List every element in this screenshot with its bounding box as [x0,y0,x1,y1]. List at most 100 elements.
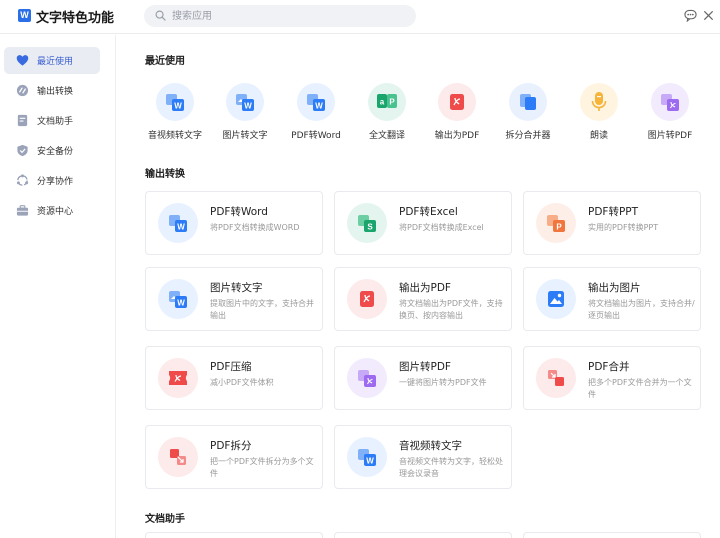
search-box[interactable] [144,5,416,27]
recent-item-split-merge[interactable]: 拆分合并器 [493,83,563,143]
sidebar-item-label: 最近使用 [37,57,74,67]
recent-item-translate[interactable]: aP 全文翻译 [352,83,422,143]
svg-text:W: W [177,299,185,308]
card-export-image[interactable]: 输出为图片 将文档输出为图片，支持合并/逐页输出 [523,267,701,331]
recent-item-label: PDF转Word [291,131,341,141]
card-description: 把多个PDF文件合并为一个文件 [588,378,692,399]
card-description: 将文档输出为图片，支持合并/逐页输出 [588,299,695,320]
card-partial[interactable] [523,532,701,538]
card-title: PDF转Word [210,206,268,218]
search-icon [155,10,166,21]
sidebar-item-label: 资源中心 [37,207,74,217]
svg-text:W: W [177,223,185,232]
share-icon [16,174,29,186]
recent-item-read-aloud[interactable]: 朗读 [564,83,634,143]
section-title-output: 输出转换 [145,169,185,180]
svg-text:W: W [315,102,323,111]
card-pdf-merge[interactable]: PDF合并 把多个PDF文件合并为一个文件 [523,346,701,410]
card-pdf-to-ppt[interactable]: P PDF转PPT 实用的PDF转换PPT [523,191,701,255]
recent-item-image-to-text[interactable]: W 图片转文字 [210,83,280,143]
card-pdf-to-word[interactable]: W PDF转Word 将PDF文档转换成WORD [145,191,323,255]
recent-item-label: 朗读 [589,131,608,141]
card-description: 提取图片中的文字，支持合并输出 [210,299,314,320]
pdf-to-word-icon: W [158,203,198,243]
svg-text:P: P [556,223,562,232]
export-image-icon [536,279,576,319]
card-pdf-split[interactable]: PDF拆分 把一个PDF文件拆分为多个文件 [145,425,323,489]
close-icon[interactable] [702,9,715,22]
recent-item-label: 输出为PDF [434,131,480,141]
card-title: 音视频转文字 [399,440,462,452]
card-description: 将文档输出为PDF文件，支持换页、按内容输出 [399,299,503,320]
export-pdf-icon [347,279,387,319]
svg-text:W: W [366,457,374,466]
image-to-pdf-icon [347,358,387,398]
card-partial[interactable] [334,532,512,538]
card-title: PDF转Excel [399,206,458,218]
convert-icon [16,84,29,97]
pdf-compress-icon [158,358,198,398]
svg-text:W: W [244,102,252,111]
recent-item-label: 拆分合并器 [505,131,551,141]
card-description: 一键将图片转为PDF文件 [399,378,487,387]
svg-text:S: S [367,223,373,232]
translate-icon: aP [368,83,406,121]
split-merge-icon [509,83,547,121]
card-image-to-pdf[interactable]: 图片转PDF 一键将图片转为PDF文件 [334,346,512,410]
card-title: PDF压缩 [210,361,252,373]
feedback-icon[interactable] [684,9,697,22]
card-description: 将PDF文档转换成Excel [399,223,484,232]
card-title: PDF合并 [588,361,630,373]
document-icon [17,114,28,127]
image-to-text-icon: W [226,83,264,121]
sidebar-item-label: 分享协作 [37,177,74,187]
sidebar-item-security[interactable]: 安全备份 [4,137,100,164]
sidebar-item-label: 输出转换 [37,87,74,97]
recent-item-audio-to-text[interactable]: W 音视频转文字 [140,83,210,143]
sidebar-item-label: 文档助手 [37,117,74,127]
card-description: 把一个PDF文件拆分为多个文件 [210,457,314,478]
search-input[interactable] [172,5,402,27]
audio-to-text-icon: W [347,437,387,477]
svg-text:W: W [174,102,182,111]
card-description: 实用的PDF转换PPT [588,223,659,232]
sidebar: 最近使用 输出转换 文档助手 安全备份 分享协作 资源中心 [0,35,116,538]
recent-item-export-pdf[interactable]: 输出为PDF [422,83,492,143]
card-pdf-compress[interactable]: PDF压缩 减小PDF文件体积 [145,346,323,410]
recent-item-label: 图片转文字 [222,131,268,141]
heart-icon [16,55,29,66]
sidebar-item-recent[interactable]: 最近使用 [4,47,100,74]
svg-text:P: P [389,98,395,107]
section-title-recent: 最近使用 [145,56,185,67]
microphone-icon [580,83,618,121]
briefcase-icon [16,205,29,216]
sidebar-item-assistant[interactable]: 文档助手 [4,107,100,134]
pdf-to-word-icon: W [297,83,335,121]
recent-item-label: 全文翻译 [368,131,405,141]
pdf-merge-icon [536,358,576,398]
pdf-to-ppt-icon: P [536,203,576,243]
page-title: 文字特色功能 [36,11,115,26]
recent-item-label: 图片转PDF [647,131,693,141]
recent-item-pdf-to-word[interactable]: W PDF转Word [281,83,351,143]
section-title-assistant: 文档助手 [145,514,185,525]
card-description: 音视频文件转为文字，轻松处理会议录音 [399,457,503,478]
card-audio-to-text[interactable]: W 音视频转文字 音视频文件转为文字，轻松处理会议录音 [334,425,512,489]
recent-item-image-to-pdf[interactable]: 图片转PDF [635,83,705,143]
card-pdf-to-excel[interactable]: S PDF转Excel 将PDF文档转换成Excel [334,191,512,255]
card-title: PDF转PPT [588,206,639,218]
card-export-pdf[interactable]: 输出为PDF 将文档输出为PDF文件，支持换页、按内容输出 [334,267,512,331]
shield-icon [17,144,28,157]
sidebar-item-resources[interactable]: 资源中心 [4,197,100,224]
pdf-to-excel-icon: S [347,203,387,243]
sidebar-item-share[interactable]: 分享协作 [4,167,100,194]
card-image-to-text[interactable]: W 图片转文字 提取图片中的文字，支持合并输出 [145,267,323,331]
card-description: 减小PDF文件体积 [210,378,274,387]
title-bar: W 文字特色功能 [0,0,720,34]
sidebar-item-output[interactable]: 输出转换 [4,77,100,104]
export-pdf-icon [438,83,476,121]
recent-item-label: 音视频转文字 [147,131,202,141]
svg-text:a: a [380,98,385,107]
image-to-pdf-icon [651,83,689,121]
card-partial[interactable] [145,532,323,538]
